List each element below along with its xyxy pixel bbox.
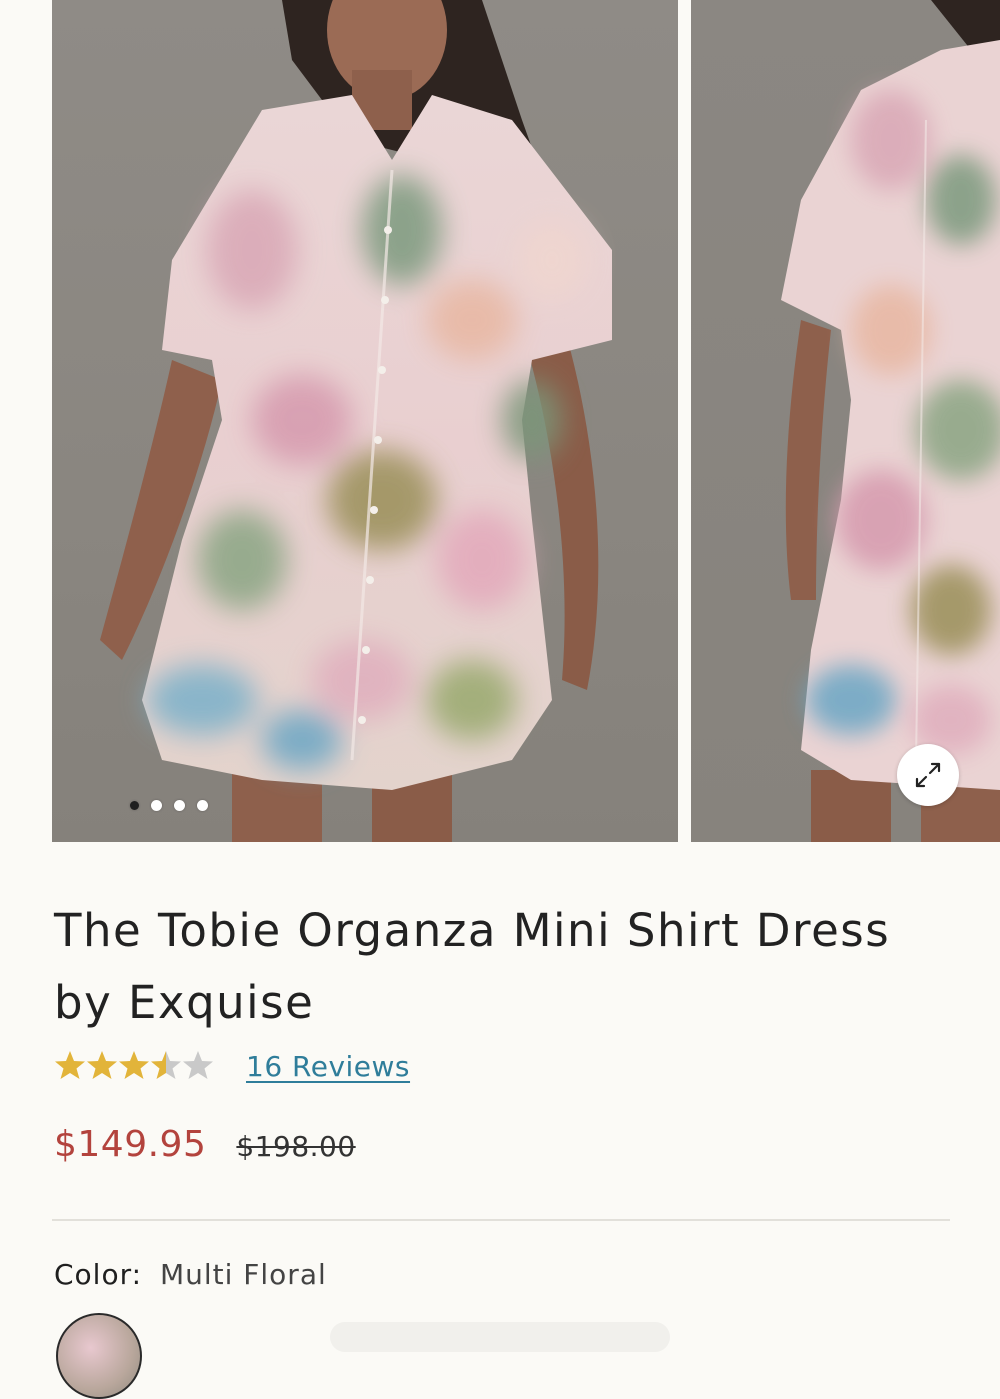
pagination-dot[interactable]: [130, 801, 139, 810]
pagination-dot[interactable]: [197, 800, 208, 811]
color-value: Multi Floral: [159, 1258, 327, 1291]
pagination-dot[interactable]: [174, 800, 185, 811]
divider: [52, 1219, 950, 1221]
gallery-pagination[interactable]: [130, 800, 208, 811]
model-front-illustration: [100, 0, 612, 842]
star-rating[interactable]: [54, 1049, 218, 1083]
color-swatch-multi-floral[interactable]: [56, 1313, 142, 1399]
color-label: Color:: [54, 1258, 143, 1291]
original-price: $198.00: [236, 1130, 356, 1163]
color-selection-label: Color: Multi Floral: [54, 1258, 327, 1291]
expand-arrows-icon: [915, 762, 941, 788]
product-photo-back[interactable]: [691, 0, 1000, 842]
product-image-gallery[interactable]: [0, 0, 1000, 842]
product-photo-front[interactable]: [52, 0, 678, 842]
product-title: The Tobie Organza Mini Shirt Dress by Ex…: [54, 904, 891, 1029]
rating-stars-icon: [55, 1051, 213, 1079]
model-back-illustration: [781, 0, 1000, 842]
expand-image-button[interactable]: [897, 744, 959, 806]
bottom-sheet-handle: [330, 1322, 670, 1352]
reviews-link[interactable]: 16 Reviews: [246, 1050, 410, 1083]
rating-row: 16 Reviews: [54, 1044, 410, 1088]
pagination-dot[interactable]: [151, 800, 162, 811]
sale-price: $149.95: [54, 1124, 207, 1165]
price-row: $149.95 $198.00: [54, 1124, 356, 1165]
